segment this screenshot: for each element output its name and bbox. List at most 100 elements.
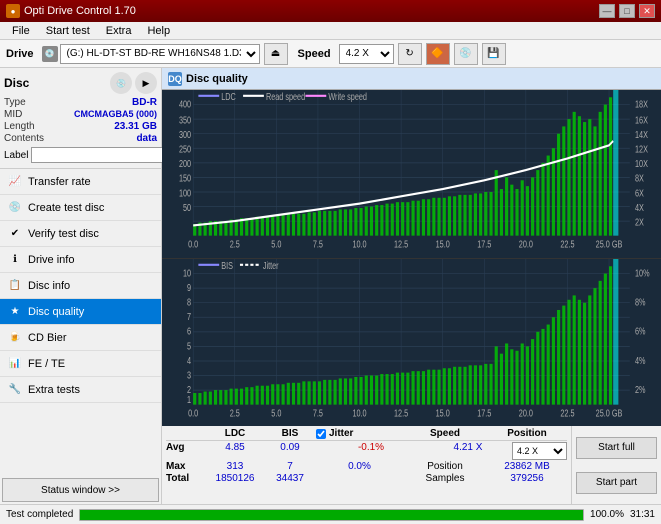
menu-file[interactable]: File <box>4 22 38 39</box>
disc-icon2: ▶ <box>135 72 157 94</box>
stats-col-bis: BIS <box>266 428 314 439</box>
refresh-button[interactable]: ↻ <box>398 43 422 65</box>
svg-text:5.0: 5.0 <box>271 407 281 419</box>
nav-disc-info[interactable]: 📋 Disc info <box>0 273 161 299</box>
disc-contents-row: Contents data <box>4 133 157 144</box>
nav-cd-bier[interactable]: 🍺 CD Bier <box>0 325 161 351</box>
svg-text:20.0: 20.0 <box>519 238 533 250</box>
svg-text:15.0: 15.0 <box>436 238 450 250</box>
disc-label-row: Label 🔍 <box>4 146 157 164</box>
close-button[interactable]: ✕ <box>639 4 655 18</box>
jitter-checkbox[interactable] <box>316 429 326 439</box>
settings-button[interactable]: 🔶 <box>426 43 450 65</box>
svg-text:0.0: 0.0 <box>188 238 198 250</box>
total-bis: 34437 <box>266 473 314 484</box>
speed-select[interactable]: Max4.2 X8 X12 X <box>339 44 394 64</box>
start-part-button[interactable]: Start part <box>576 472 657 494</box>
avg-ldc: 4.85 <box>206 442 264 460</box>
nav-fe-te[interactable]: 📊 FE / TE <box>0 351 161 377</box>
avg-bis: 0.09 <box>266 442 314 460</box>
nav-disc-quality-label: Disc quality <box>28 306 84 318</box>
svg-text:0.0: 0.0 <box>188 407 198 419</box>
time-display: 31:31 <box>630 509 655 520</box>
drive-select[interactable]: (G:) HL-DT-ST BD-RE WH16NS48 1.D3 <box>60 44 260 64</box>
svg-text:20.0: 20.0 <box>519 407 533 419</box>
disc-type-row: Type BD-R <box>4 97 157 108</box>
bottom-chart: 10 9 8 7 6 5 4 3 2 1 10% 8% 6% 4% 2% <box>162 259 661 427</box>
svg-text:150: 150 <box>179 173 191 185</box>
svg-text:2.5: 2.5 <box>230 407 240 419</box>
max-position-label: Position <box>405 461 485 472</box>
stats-header: LDC BIS Jitter Speed Position <box>166 428 567 441</box>
stats-col-jitter: Jitter <box>316 428 403 439</box>
svg-text:300: 300 <box>179 129 191 141</box>
svg-text:1: 1 <box>187 393 191 405</box>
svg-text:17.5: 17.5 <box>477 238 491 250</box>
maximize-button[interactable]: □ <box>619 4 635 18</box>
svg-text:4%: 4% <box>635 354 646 366</box>
app-icon: ● <box>6 4 20 18</box>
disc-panel: Disc 💿 ▶ Type BD-R MID CMCMAGBA5 (000) L… <box>0 68 161 169</box>
nav-drive-info[interactable]: ℹ Drive info <box>0 247 161 273</box>
label-input[interactable] <box>31 147 169 163</box>
nav-cd-bier-label: CD Bier <box>28 332 67 344</box>
stats-main: LDC BIS Jitter Speed Position Avg 4.85 0… <box>162 426 571 504</box>
disc-quality-header: DQ Disc quality <box>162 68 661 90</box>
disc-mid-row: MID CMCMAGBA5 (000) <box>4 109 157 120</box>
minimize-button[interactable]: — <box>599 4 615 18</box>
nav-disc-quality[interactable]: ★ Disc quality <box>0 299 161 325</box>
total-label: Total <box>166 473 204 484</box>
bottom-bar: Test completed 100.0% 31:31 <box>0 504 661 524</box>
eject-button[interactable]: ⏏ <box>264 43 288 65</box>
main-layout: Disc 💿 ▶ Type BD-R MID CMCMAGBA5 (000) L… <box>0 68 661 504</box>
nav-create-test-disc[interactable]: 💿 Create test disc <box>0 195 161 221</box>
type-value: BD-R <box>132 97 157 108</box>
svg-text:8%: 8% <box>635 296 646 308</box>
nav-drive-info-label: Drive info <box>28 254 74 266</box>
svg-text:350: 350 <box>179 114 191 126</box>
svg-text:50: 50 <box>183 202 191 214</box>
speed-label: Speed <box>298 48 331 60</box>
svg-text:6X: 6X <box>635 187 644 199</box>
save-button[interactable]: 💾 <box>482 43 506 65</box>
nav-transfer-rate[interactable]: 📈 Transfer rate <box>0 169 161 195</box>
fe-te-icon: 📊 <box>8 357 22 371</box>
menu-extra[interactable]: Extra <box>98 22 140 39</box>
contents-value: data <box>136 133 157 144</box>
disc-section-label: Disc <box>4 76 29 90</box>
svg-text:22.5: 22.5 <box>560 238 574 250</box>
svg-text:4: 4 <box>187 354 191 366</box>
svg-text:250: 250 <box>179 143 191 155</box>
svg-text:7.5: 7.5 <box>313 238 323 250</box>
start-full-button[interactable]: Start full <box>576 437 657 459</box>
nav-extra-tests[interactable]: 🔧 Extra tests <box>0 377 161 403</box>
menu-start-test[interactable]: Start test <box>38 22 98 39</box>
disc-button[interactable]: 💿 <box>454 43 478 65</box>
stats-total-row: Total 1850126 34437 Samples 379256 <box>166 473 567 484</box>
svg-text:Jitter: Jitter <box>263 259 279 271</box>
svg-text:9: 9 <box>187 281 191 293</box>
drive-info-icon: ℹ <box>8 253 22 267</box>
svg-text:10X: 10X <box>635 158 648 170</box>
stats-col-ldc: LDC <box>206 428 264 439</box>
svg-text:6%: 6% <box>635 325 646 337</box>
svg-text:12.5: 12.5 <box>394 238 408 250</box>
status-window-button[interactable]: Status window >> <box>2 478 159 502</box>
total-jitter-empty <box>316 473 403 484</box>
nav-verify-test-disc[interactable]: ✔ Verify test disc <box>0 221 161 247</box>
drive-label: Drive <box>6 48 34 60</box>
avg-jitter: -0.1% <box>316 442 426 460</box>
nav-verify-test-disc-label: Verify test disc <box>28 228 99 240</box>
svg-text:22.5: 22.5 <box>560 407 574 419</box>
total-samples-label: Samples <box>405 473 485 484</box>
svg-text:10%: 10% <box>635 267 650 279</box>
max-ldc: 313 <box>206 461 264 472</box>
top-chart-svg: 400 350 300 250 200 150 100 50 18X 16X 1… <box>162 90 661 258</box>
svg-text:12.5: 12.5 <box>394 407 408 419</box>
progress-bar-container <box>79 509 584 521</box>
svg-text:Read speed: Read speed <box>266 91 305 103</box>
menu-help[interactable]: Help <box>139 22 178 39</box>
avg-speed-select[interactable]: Max4.2 X8 X12 X <box>512 442 567 460</box>
nav-fe-te-label: FE / TE <box>28 358 65 370</box>
nav-items: 📈 Transfer rate 💿 Create test disc ✔ Ver… <box>0 169 161 476</box>
